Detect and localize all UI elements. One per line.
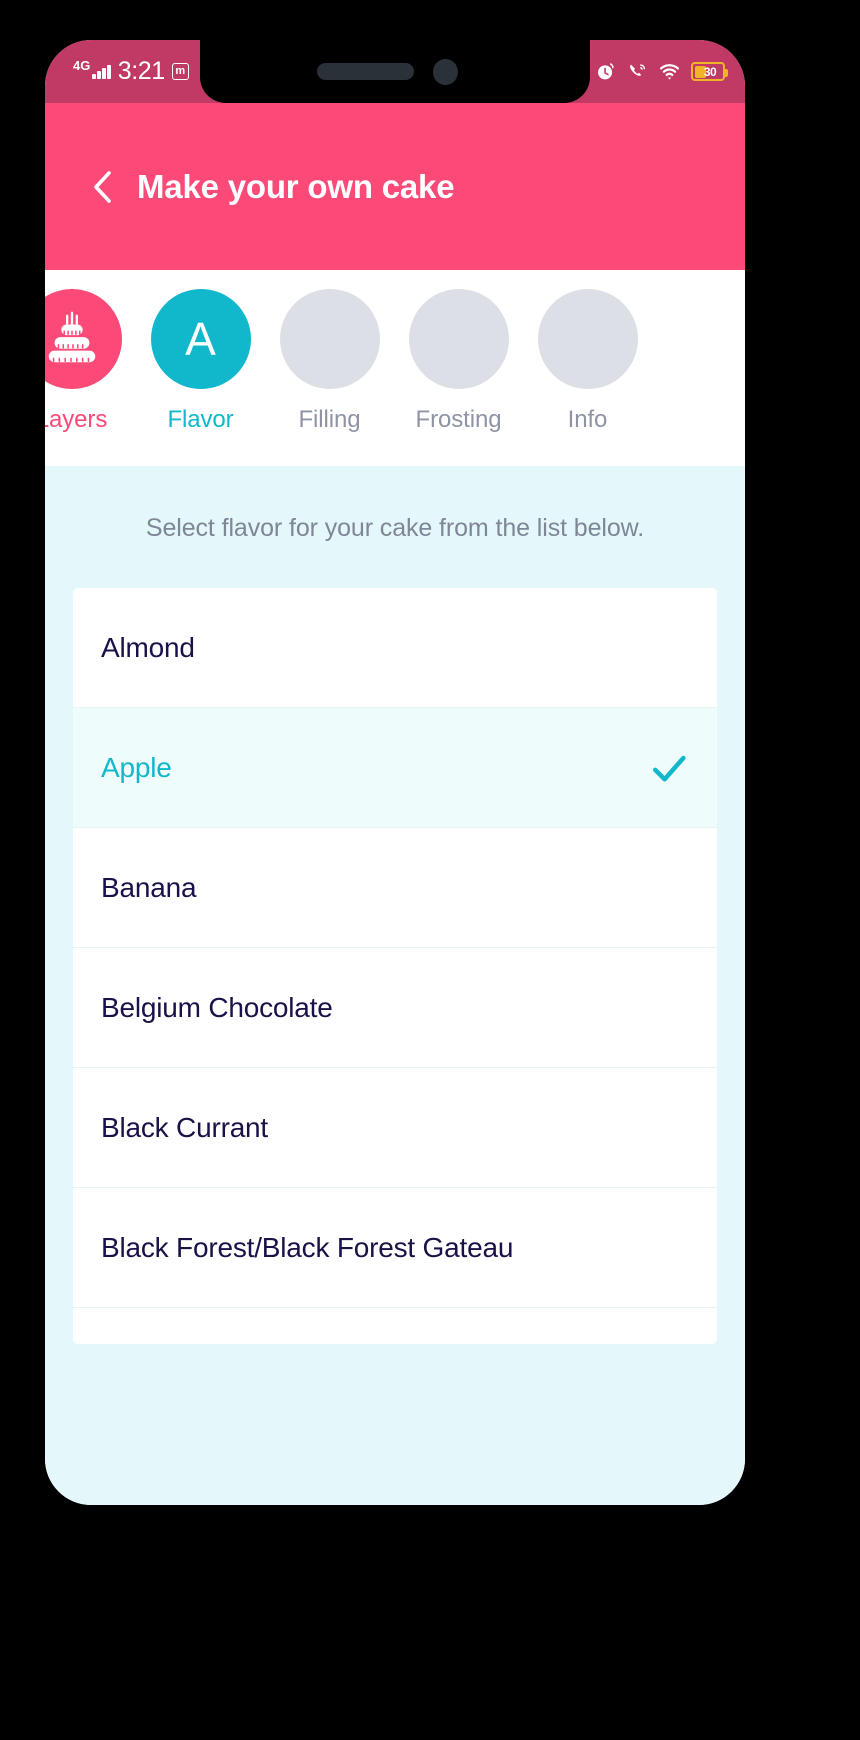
step-flavor[interactable]: A Flavor [136, 289, 265, 434]
flavor-name: Almond [101, 631, 195, 663]
step-flavor-label: Flavor [167, 406, 234, 433]
main-content: Select flavor for your cake from the lis… [45, 466, 745, 1505]
display-notch [200, 40, 590, 103]
app-header: Make your own cake [45, 103, 745, 270]
flavor-name: Belgium Chocolate [101, 991, 333, 1023]
back-button[interactable] [83, 163, 123, 211]
wifi-icon [659, 64, 680, 80]
flavor-name: Banana [101, 871, 197, 903]
alarm-clock-icon [598, 63, 614, 80]
step-frosting-label: Frosting [415, 406, 502, 433]
chevron-left-icon [94, 170, 111, 203]
flavor-name: Black Currant [101, 1111, 269, 1143]
page-title: Make your own cake [137, 167, 455, 205]
step-indicator: Layers A Flavor Filling Frosting [45, 270, 745, 466]
step-filling-label: Filling [298, 406, 361, 433]
step-info-bubble [537, 289, 638, 389]
battery-icon: 30 [691, 62, 728, 81]
step-frosting-bubble [408, 289, 509, 389]
app-badge-icon: m [171, 63, 189, 80]
network-type-label: 4G [73, 57, 91, 73]
list-scroll-tail [73, 1308, 717, 1344]
step-filling-bubble [279, 289, 380, 389]
step-layers-bubble [45, 289, 122, 389]
phone-frame: 4G 3:21 m 30 Make your own cake ayers A … [45, 40, 745, 1505]
list-item[interactable]: Almond [73, 588, 717, 708]
step-flavor-bubble: A [150, 289, 251, 389]
step-info[interactable]: Info [523, 289, 652, 434]
flavor-list: Almond Apple Banana Belgium Chocolate Bl… [73, 588, 717, 1344]
status-bar-left: 4G 3:21 m [73, 40, 189, 103]
list-item[interactable]: Black Currant [73, 1068, 717, 1188]
battery-level-label: 30 [703, 64, 717, 79]
list-item[interactable]: Apple [73, 708, 717, 828]
list-item[interactable]: Banana [73, 828, 717, 948]
signal-strength-bars [92, 64, 111, 79]
step-info-label: Info [567, 406, 608, 433]
step-layers[interactable]: Layers [45, 289, 136, 434]
flavor-name: Black Forest/Black Forest Gateau [101, 1231, 514, 1263]
earpiece-speaker [317, 63, 414, 80]
check-icon [653, 755, 686, 781]
step-filling[interactable]: Filling [265, 289, 394, 434]
signal-bars-icon: 4G [73, 59, 111, 79]
missed-call-icon [630, 64, 646, 76]
list-item[interactable]: Black Forest/Black Forest Gateau [73, 1188, 717, 1308]
step-flavor-letter: A [185, 313, 216, 365]
front-camera [433, 59, 458, 85]
list-item[interactable]: Belgium Chocolate [73, 948, 717, 1068]
status-bar-right: 30 [595, 40, 728, 103]
clock-label: 3:21 [117, 57, 165, 85]
step-track: Layers A Flavor Filling Frosting [45, 270, 652, 434]
instruction-text: Select flavor for your cake from the lis… [145, 514, 645, 542]
step-frosting[interactable]: Frosting [394, 289, 523, 434]
cake-icon [48, 311, 95, 363]
flavor-name: Apple [101, 751, 172, 783]
phone-screenshot: 4G 3:21 m 30 Make your own cake ayers A … [0, 0, 860, 1740]
step-layers-label: Layers [45, 406, 108, 433]
